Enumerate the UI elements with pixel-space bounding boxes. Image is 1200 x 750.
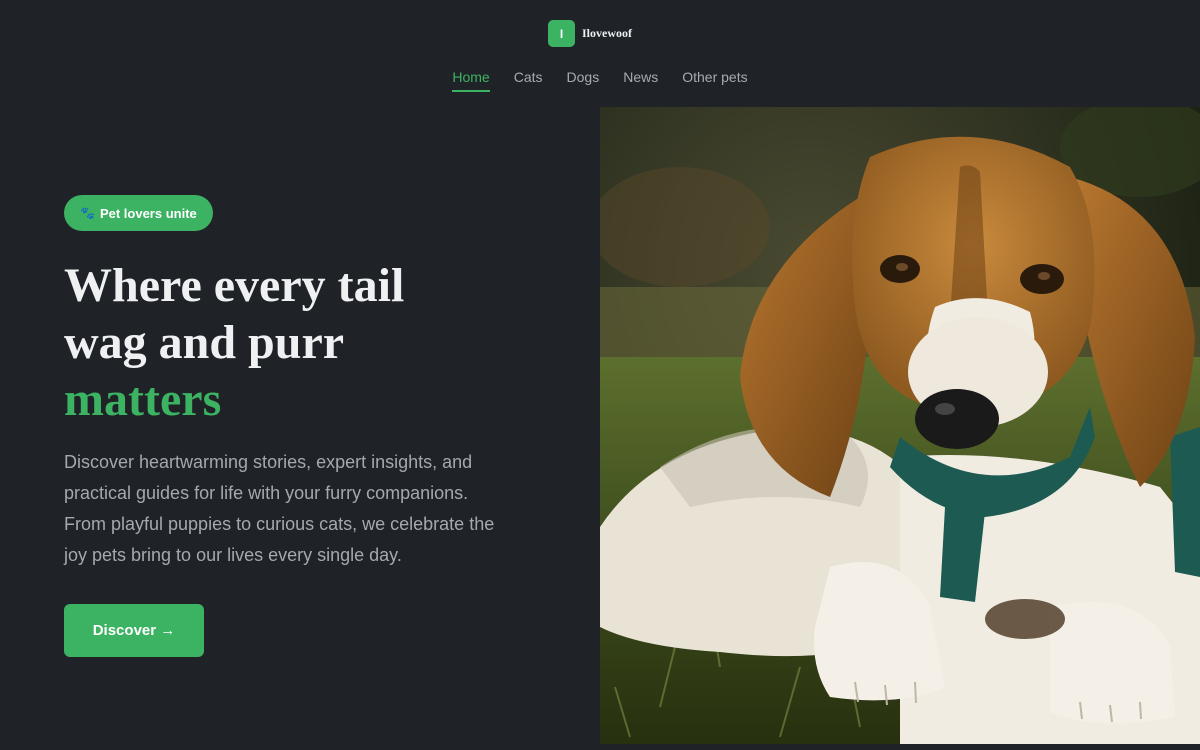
hero-headline-line1: Where every tail	[64, 259, 405, 312]
nav-item-news[interactable]: News	[623, 68, 658, 92]
hero-headline-line2: wag and purr	[64, 316, 345, 369]
paw-icon: 🐾	[80, 206, 95, 220]
logo-icon: I	[548, 20, 575, 47]
brand[interactable]: I Ilovewoof	[548, 20, 632, 47]
hero-image	[600, 107, 1200, 744]
hero-badge: 🐾 Pet lovers unite	[64, 195, 213, 231]
nav-item-other-pets[interactable]: Other pets	[682, 68, 747, 92]
hero-badge-label: Pet lovers unite	[99, 205, 197, 221]
nav-item-dogs[interactable]: Dogs	[567, 68, 600, 92]
beagle-puppy-image	[600, 107, 1200, 744]
hero-headline: Where every tail wag and purr matters	[64, 257, 564, 428]
hero-description: Discover heartwarming stories, expert in…	[64, 452, 495, 565]
brand-name: Ilovewoof	[582, 26, 632, 40]
site-header: I Ilovewoof Home Cats Dogs News Other pe…	[0, 0, 1200, 107]
nav-item-cats[interactable]: Cats	[514, 68, 543, 92]
main-nav: Home Cats Dogs News Other pets	[0, 68, 1200, 92]
discover-button[interactable]: Discover →	[64, 604, 204, 657]
hero-headline-accent: matters	[64, 373, 222, 426]
nav-item-home[interactable]: Home	[452, 68, 491, 92]
